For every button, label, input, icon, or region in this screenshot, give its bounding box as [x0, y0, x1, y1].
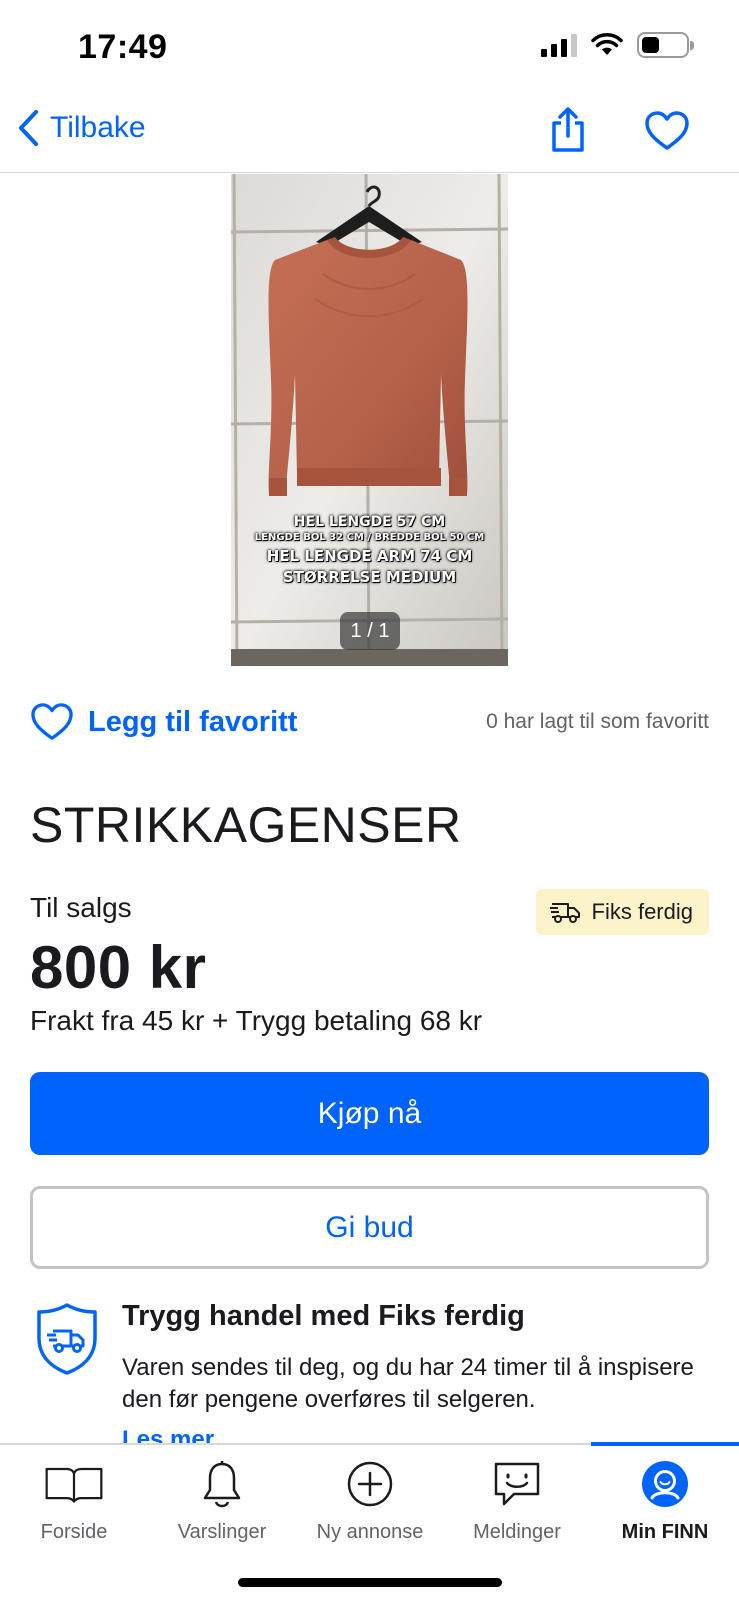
bell-icon	[192, 1457, 252, 1511]
favorite-count: 0 har lagt til som favoritt	[486, 710, 709, 733]
tab-label-meldinger: Meldinger	[473, 1521, 561, 1543]
cellular-signal-icon	[541, 33, 577, 57]
tab-meldinger[interactable]: Meldinger	[443, 1457, 591, 1557]
heart-icon	[31, 703, 73, 740]
image-counter: 1 / 1	[340, 612, 400, 650]
tab-forside[interactable]: Forside	[0, 1457, 148, 1557]
tab-bar: Forside Varslinger Ny annonse Meldinger …	[0, 1442, 739, 1600]
shield-truck-icon	[36, 1302, 98, 1376]
buy-now-button[interactable]: Kjøp nå	[30, 1072, 709, 1155]
battery-icon	[637, 32, 694, 58]
share-button[interactable]	[548, 106, 588, 154]
shipping-info: Frakt fra 45 kr + Trygg betaling 68 kr	[30, 1005, 483, 1036]
overlay-line-3: HEL LENGDE ARM 74 CM	[266, 547, 473, 565]
tab-label-forside: Forside	[40, 1521, 108, 1543]
safe-trade-info: Trygg handel med Fiks ferdig Varen sende…	[30, 1298, 709, 1443]
book-icon	[44, 1457, 104, 1511]
plus-circle-icon	[340, 1457, 400, 1511]
tab-ny-annonse[interactable]: Ny annonse	[296, 1457, 444, 1557]
screen: 17:49 Tilbake HEL LENGDE 57 CM LENGDE BO…	[0, 0, 739, 1600]
add-favorite-link[interactable]: Legg til favoritt	[30, 702, 297, 742]
share-icon	[552, 107, 584, 152]
back-button[interactable]: Tilbake	[16, 108, 146, 148]
chevron-left-icon	[19, 110, 38, 146]
fiks-ferdig-badge: Fiks ferdig	[535, 889, 709, 935]
price: 800 kr	[30, 934, 207, 1001]
image-gallery[interactable]: HEL LENGDE 57 CM LENGDE BOL 32 CM / BRED…	[0, 174, 739, 666]
read-more-link[interactable]: Les mer	[122, 1426, 214, 1443]
profile-icon	[635, 1457, 695, 1511]
fiks-ferdig-label: Fiks ferdig	[591, 899, 693, 924]
add-favorite-label: Legg til favoritt	[88, 705, 298, 738]
status-bar: 17:49	[0, 0, 739, 100]
overlay-line-1: HEL LENGDE 57 CM	[293, 514, 446, 530]
listing-photo: HEL LENGDE 57 CM LENGDE BOL 32 CM / BRED…	[231, 174, 508, 666]
sweater-photo	[231, 174, 508, 666]
active-tab-indicator	[591, 1442, 739, 1446]
status-icons	[541, 32, 694, 58]
status-time: 17:49	[78, 28, 168, 66]
home-indicator	[238, 1578, 502, 1587]
tab-label-min-finn: Min FINN	[621, 1521, 709, 1543]
tab-min-finn[interactable]: Min FINN	[591, 1457, 739, 1557]
tab-label-ny-annonse: Ny annonse	[316, 1521, 424, 1543]
back-label: Tilbake	[50, 111, 146, 144]
overlay-line-2: LENGDE BOL 32 CM / BREDDE BOL 50 CM	[254, 532, 485, 543]
tab-label-varslinger: Varslinger	[177, 1521, 267, 1543]
wifi-icon	[591, 33, 623, 55]
tab-varslinger[interactable]: Varslinger	[148, 1457, 296, 1557]
heart-icon	[645, 111, 689, 150]
safe-trade-description: Varen sendes til deg, og du har 24 timer…	[122, 1354, 694, 1413]
favorite-button[interactable]	[644, 110, 690, 152]
listing-title: STRIKKAGENSER	[30, 797, 462, 853]
overlay-line-4: STØRRELSE MEDIUM	[282, 568, 457, 586]
sale-label: Til salgs	[30, 892, 132, 923]
delivery-truck-icon	[549, 903, 580, 923]
chat-icon	[487, 1457, 547, 1511]
nav-header: Tilbake	[0, 100, 739, 173]
make-offer-button[interactable]: Gi bud	[30, 1186, 709, 1269]
safe-trade-title: Trygg handel med Fiks ferdig	[122, 1300, 525, 1332]
favorite-row: Legg til favoritt 0 har lagt til som fav…	[30, 700, 709, 744]
